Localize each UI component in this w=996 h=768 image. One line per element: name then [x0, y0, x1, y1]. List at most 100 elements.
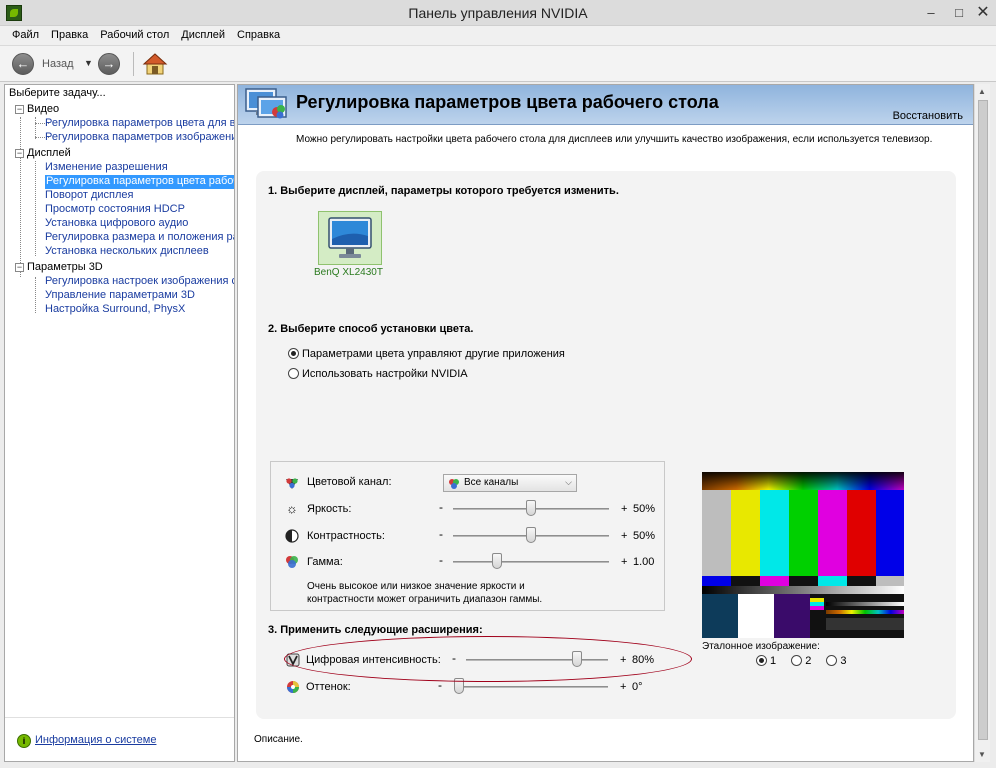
contrast-decrease[interactable]: -: [439, 527, 443, 541]
reference-image-label: Эталонное изображение:: [702, 641, 820, 652]
task-panel: Выберите задачу... − Видео Регулировка па…: [4, 84, 235, 762]
settings-area: 1. Выберите дисплей, параметры которого …: [256, 171, 956, 719]
radio-button-checked[interactable]: [756, 655, 767, 666]
description-label: Описание.: [254, 734, 303, 745]
tree-item-manage-3d[interactable]: Управление параметрами 3D: [45, 289, 234, 303]
reference-option-1[interactable]: 1: [756, 655, 776, 667]
tree-item-desktop-size[interactable]: Регулировка размера и положения рабо: [45, 231, 234, 245]
tree-item-resolution[interactable]: Изменение разрешения: [45, 161, 234, 175]
scrollbar-thumb[interactable]: [978, 100, 988, 740]
brightness-decrease[interactable]: -: [439, 500, 443, 514]
brightness-label: Яркость:: [307, 503, 352, 515]
history-dropdown-icon[interactable]: ▼: [84, 58, 93, 68]
tree-category-display[interactable]: − Дисплей: [15, 147, 71, 161]
tree-category-video[interactable]: − Видео: [15, 103, 59, 117]
channel-select-value: Все каналы: [464, 477, 519, 488]
page-description: Можно регулировать настройки цвета рабоч…: [296, 134, 933, 145]
title-bar: Панель управления NVIDIA – □ ✕: [0, 0, 996, 26]
tree-item-video-color[interactable]: Регулировка параметров цвета для вид: [45, 117, 234, 131]
brightness-slider-thumb[interactable]: [526, 500, 536, 516]
step1-title: 1. Выберите дисплей, параметры которого …: [268, 185, 619, 197]
gamma-slider-thumb[interactable]: [492, 553, 503, 569]
tree-item-digital-audio[interactable]: Установка цифрового аудио: [45, 217, 234, 231]
reference-image-options: 1 2 3: [756, 655, 859, 667]
gamma-increase[interactable]: +: [621, 556, 627, 568]
scroll-up-icon[interactable]: ▲: [978, 87, 986, 96]
menu-display[interactable]: Дисплей: [175, 26, 231, 45]
highlight-ellipse: [284, 636, 692, 682]
tree-item-3d-preview[interactable]: Регулировка настроек изображения с пр: [45, 275, 234, 289]
tree-item-multiple-displays[interactable]: Установка нескольких дисплеев: [45, 245, 234, 259]
home-icon: [142, 53, 168, 75]
window-title: Панель управления NVIDIA: [408, 5, 588, 21]
hue-slider-track[interactable]: [454, 686, 608, 688]
monitor-icon: [328, 217, 372, 258]
vertical-scrollbar[interactable]: ▲ ▼: [974, 84, 990, 762]
tree-item-hdcp[interactable]: Просмотр состояния HDCP: [45, 203, 234, 217]
restore-link[interactable]: Восстановить: [893, 110, 963, 122]
tree-guide: [35, 161, 36, 256]
contrast-increase[interactable]: +: [621, 530, 627, 542]
gamma-note: Очень высокое или низкое значение яркост…: [307, 581, 543, 605]
hue-icon: [287, 681, 299, 693]
radio-other-apps[interactable]: Параметрами цвета управляют другие прило…: [288, 348, 565, 360]
tree-item-video-image[interactable]: Регулировка параметров изображения д: [45, 131, 234, 145]
nvidia-settings-group: Цветовой канал: Все каналы ⌵ ☼ Яркость: …: [270, 461, 665, 611]
tree-item-rotate[interactable]: Поворот дисплея: [45, 189, 234, 203]
maximize-icon[interactable]: □: [946, 4, 972, 22]
minimize-icon[interactable]: –: [918, 4, 944, 22]
radio-button[interactable]: [791, 655, 803, 666]
gamma-decrease[interactable]: -: [439, 553, 443, 567]
tree-category-3d[interactable]: − Параметры 3D: [15, 261, 103, 275]
channel-select[interactable]: Все каналы ⌵: [443, 474, 577, 492]
menu-bar: Файл Правка Рабочий стол Дисплей Справка: [0, 26, 996, 46]
brightness-icon: ☼: [286, 501, 298, 516]
scroll-down-icon[interactable]: ▼: [978, 750, 986, 759]
desktop-color-icon: [245, 88, 287, 119]
tree-item-desktop-color[interactable]: Регулировка параметров цвета рабочег: [45, 175, 234, 189]
radio-nvidia-settings[interactable]: Использовать настройки NVIDIA: [288, 368, 471, 380]
menu-file[interactable]: Файл: [6, 26, 45, 45]
color-channel-icon: [286, 478, 298, 489]
gamma-value: 1.00: [633, 556, 655, 568]
reference-option-3[interactable]: 3: [826, 655, 847, 667]
task-panel-footer: i Информация о системе: [5, 717, 234, 761]
tree-guide: [20, 117, 21, 277]
collapse-icon[interactable]: −: [15, 105, 24, 114]
reference-option-2[interactable]: 2: [791, 655, 811, 667]
hue-label: Оттенок:: [306, 681, 351, 693]
contrast-slider-thumb[interactable]: [526, 527, 536, 543]
display-name[interactable]: BenQ XL2430T: [314, 267, 383, 278]
menu-help[interactable]: Справка: [231, 26, 286, 45]
chevron-down-icon: ⌵: [565, 477, 572, 487]
contrast-value: 50%: [633, 530, 656, 542]
collapse-icon[interactable]: −: [15, 149, 24, 158]
home-button[interactable]: [142, 52, 168, 76]
menu-desktop[interactable]: Рабочий стол: [94, 26, 175, 45]
task-panel-heading: Выберите задачу...: [9, 87, 106, 99]
hue-value: 0°: [632, 681, 643, 693]
content-panel: Регулировка параметров цвета рабочего ст…: [237, 84, 974, 762]
back-button[interactable]: ←: [12, 53, 34, 75]
arrow-right-icon: →: [102, 56, 116, 71]
radio-button[interactable]: [288, 368, 299, 379]
brightness-increase[interactable]: +: [621, 503, 627, 515]
page-banner: Регулировка параметров цвета рабочего ст…: [238, 85, 973, 125]
back-label[interactable]: Назад: [42, 58, 74, 70]
system-info-link[interactable]: Информация о системе: [35, 734, 156, 746]
task-tree: − Видео Регулировка параметров цвета для …: [5, 103, 234, 703]
tree-item-surround-physx[interactable]: Настройка Surround, PhysX: [45, 303, 234, 317]
forward-button[interactable]: →: [98, 53, 120, 75]
radio-button-checked[interactable]: [288, 348, 299, 359]
nvidia-info-icon: i: [17, 734, 31, 748]
hue-increase[interactable]: +: [620, 681, 626, 693]
channel-label: Цветовой канал:: [307, 476, 392, 488]
display-tile[interactable]: [318, 211, 382, 265]
radio-button[interactable]: [826, 655, 838, 666]
collapse-icon[interactable]: −: [15, 263, 24, 272]
close-icon[interactable]: ✕: [970, 4, 996, 22]
menu-edit[interactable]: Правка: [45, 26, 94, 45]
toolbar: ← Назад ▼ →: [0, 46, 996, 82]
arrow-left-icon: ←: [16, 56, 30, 71]
gamma-slider-track[interactable]: [453, 561, 609, 563]
